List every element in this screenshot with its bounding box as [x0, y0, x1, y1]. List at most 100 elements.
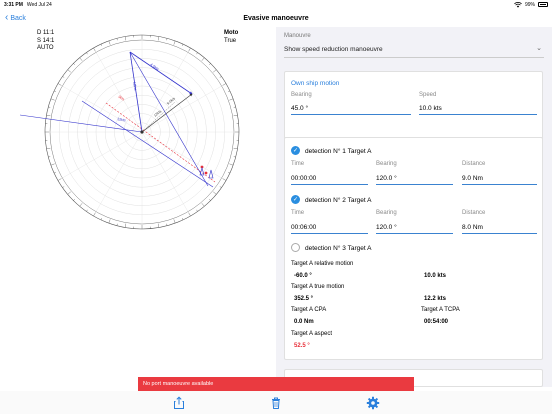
bearing-line	[141, 131, 189, 212]
detection-1-distance-label: Distance	[462, 161, 486, 167]
relative-motion-line	[81, 100, 214, 188]
plot-motion: True	[224, 37, 237, 44]
bearing-tick	[219, 186, 222, 188]
gear-icon[interactable]	[366, 396, 380, 410]
own-speed-input[interactable]: 10.0 kts	[419, 105, 442, 112]
radar-plot[interactable]: 4.0kts 10kts 12kts 9.0kts 3kts 12kts	[0, 27, 276, 387]
bearing-tick	[222, 83, 227, 86]
share-icon[interactable]	[172, 396, 186, 410]
bearing-tick	[108, 219, 111, 224]
bearing-tick	[57, 83, 62, 86]
detection-2-time-input[interactable]: 00:06:00	[291, 224, 316, 231]
bearing-line	[141, 52, 189, 133]
bearing-tick	[222, 178, 227, 181]
detection-1-time-underline	[291, 184, 368, 185]
select-underline	[284, 57, 544, 58]
bearing-line	[95, 131, 143, 212]
plot-mode: Moto	[224, 30, 239, 36]
relative-motion-bearing: -60.0 °	[294, 273, 312, 279]
detection-2-bearing-underline	[376, 233, 453, 234]
back-button[interactable]: ‹ Back	[5, 13, 26, 23]
bearing-tick	[86, 209, 88, 212]
bearing-tick	[86, 52, 88, 55]
true-motion-vector	[129, 51, 143, 133]
own-vector	[141, 93, 193, 133]
relative-motion-speed: 10.0 kts	[424, 273, 447, 279]
bearing-tick	[73, 63, 75, 65]
bearing-tick	[116, 223, 118, 226]
detection-1-bearing-input[interactable]: 120.0 °	[376, 175, 397, 182]
detection-2-title: detection N° 2 Target A	[305, 197, 372, 204]
bearing-tick	[46, 147, 51, 150]
bearing-tick	[196, 209, 198, 212]
relative-motion-label: Target A relative motion	[291, 261, 354, 267]
relative-motion-line-2	[129, 51, 209, 187]
detection-1-time-input[interactable]: 00:00:00	[291, 175, 316, 182]
bearing-tick	[188, 47, 191, 52]
bearing-tick	[229, 163, 234, 166]
bearing-tick	[209, 63, 211, 65]
bearing-tick	[124, 36, 127, 41]
true-motion-bearing: 352.5 °	[294, 296, 314, 302]
error-toast: No port manoeuvre available	[138, 377, 414, 391]
cpa-value: 0.0 Nm	[294, 319, 314, 325]
chevron-down-icon[interactable]: ⌄	[536, 44, 542, 52]
bearing-tick	[157, 36, 160, 41]
true-motion-speed: 12.2 kts	[424, 296, 447, 302]
bearing-tick	[233, 156, 236, 158]
aspect-label: Target A aspect	[291, 331, 333, 337]
plot-info-line-2: S 14:1	[37, 37, 55, 44]
bearing-tick	[233, 106, 236, 108]
detection-1-bearing-underline	[376, 184, 453, 185]
cpa-label: Target A CPA	[291, 307, 327, 313]
bearing-tick	[93, 47, 96, 52]
detections-card: ✓ detection N° 1 Target A Time 00:00:00 …	[284, 137, 543, 360]
vector-label-d: 9.0kts	[166, 96, 176, 105]
bearing-tick	[48, 156, 51, 158]
own-ship-card: Own ship motion Bearing 45.0 ° Speed 10.…	[284, 71, 543, 147]
own-bearing-input[interactable]: 45.0 °	[291, 105, 308, 112]
bearing-line	[62, 131, 143, 179]
detection-1-bearing-label: Bearing	[376, 161, 397, 167]
detection-2-distance-underline	[462, 233, 537, 234]
plot-mode-info: Moto True	[224, 30, 238, 45]
bearing-tick	[46, 114, 51, 117]
detection-2-bearing-label: Bearing	[376, 210, 397, 216]
detection-3-title: detection N° 3 Target A	[305, 245, 372, 252]
detection-1-checkbox[interactable]: ✓	[291, 146, 300, 155]
detection-2-distance-input[interactable]: 8.0 Nm	[462, 224, 483, 231]
page-title: Evasive manoeuvre	[243, 14, 309, 22]
own-speed-label: Speed	[419, 92, 437, 98]
bearing-tick	[219, 76, 222, 78]
bearing-tick	[166, 223, 168, 226]
manoeuvre-select[interactable]: Show speed reduction manoeuvre	[284, 46, 383, 53]
bearing-tick	[79, 57, 83, 61]
own-bearing-label: Bearing	[291, 92, 312, 98]
detection-1-distance-input[interactable]: 9.0 Nm	[462, 175, 483, 182]
detection-2-time-underline	[291, 233, 368, 234]
bearing-line	[141, 131, 222, 179]
bearing-tick	[108, 40, 111, 45]
bearing-tick	[48, 106, 51, 108]
target-position-2	[204, 171, 208, 175]
bearing-tick	[209, 199, 211, 201]
detection-2-bearing-input[interactable]: 120.0 °	[376, 224, 397, 231]
tcpa-value: 00:54:00	[424, 319, 449, 325]
vector-labels: 4.0kts 10kts 12kts 9.0kts 3kts 12kts	[117, 63, 176, 123]
trash-icon[interactable]	[269, 396, 283, 410]
own-ship-marker	[140, 130, 144, 134]
detection-1-distance-underline	[462, 184, 537, 185]
form-panel[interactable]: Manouvre Show speed reduction manoeuvre …	[276, 27, 552, 387]
bearing-tick	[73, 199, 75, 201]
detection-2-checkbox[interactable]: ✓	[291, 195, 300, 204]
bottom-toolbar	[0, 391, 552, 414]
bearing-tick	[181, 44, 184, 46]
tcpa-label: Target A TCPA	[421, 307, 460, 313]
bearing-tick	[124, 223, 127, 228]
vector-label-a: 4.0kts	[149, 63, 159, 72]
detection-3-checkbox[interactable]	[291, 243, 300, 252]
bearing-tick	[233, 114, 238, 117]
radar-plot-panel[interactable]: 4.0kts 10kts 12kts 9.0kts 3kts 12kts D 1…	[0, 27, 276, 387]
bearing-tick	[50, 163, 55, 166]
plot-info-line-3: AUTO	[37, 45, 54, 51]
